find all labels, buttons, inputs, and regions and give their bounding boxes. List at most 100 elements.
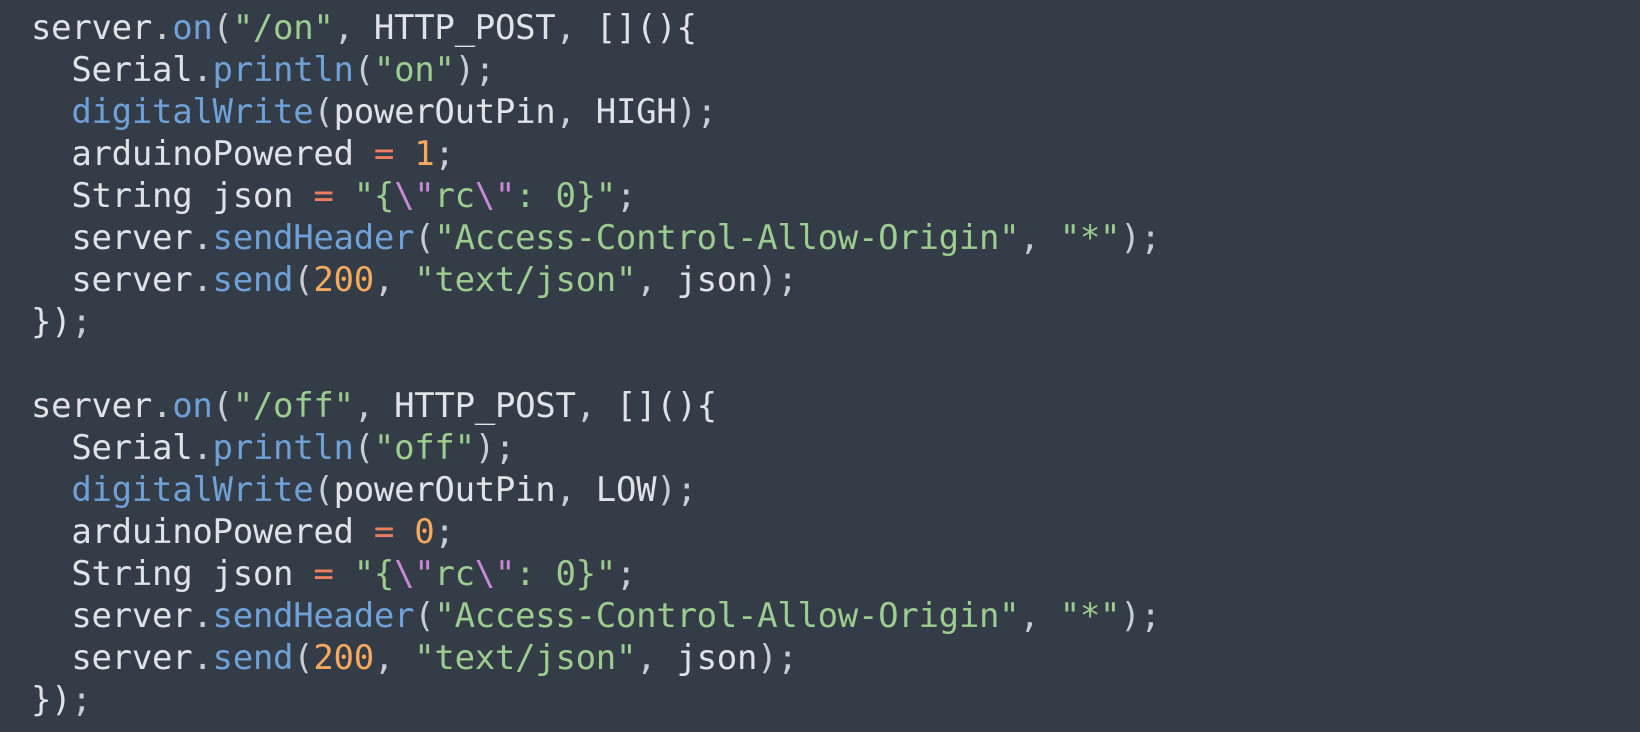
code-token: powerOutPin bbox=[333, 92, 556, 132]
code-token: on bbox=[172, 386, 213, 426]
code-token: server bbox=[31, 8, 153, 48]
code-token: ); bbox=[454, 50, 496, 90]
code-token: }) bbox=[31, 302, 72, 342]
code-line: }); bbox=[31, 301, 1640, 343]
code-token: , bbox=[575, 386, 616, 426]
code-token: ); bbox=[676, 92, 717, 132]
code-token: }) bbox=[31, 680, 72, 720]
code-line: server.on("/on", HTTP_POST, [](){ bbox=[31, 7, 1640, 49]
code-token: arduinoPowered bbox=[31, 134, 374, 174]
code-token: . bbox=[152, 386, 173, 426]
code-token: , bbox=[1019, 596, 1060, 636]
code-token: LOW bbox=[595, 470, 657, 510]
code-token: server bbox=[31, 638, 193, 678]
code-token: "text/json" bbox=[414, 260, 637, 300]
code-token: \" bbox=[474, 176, 516, 216]
code-token: 200 bbox=[313, 638, 374, 678]
code-token: . bbox=[192, 218, 213, 258]
code-token: ; bbox=[615, 554, 637, 594]
code-token: ( bbox=[313, 92, 334, 132]
code-token: "text/json" bbox=[414, 638, 637, 678]
code-token: String json bbox=[31, 554, 314, 594]
code-token: , bbox=[373, 260, 415, 300]
code-token: ); bbox=[1120, 596, 1161, 636]
code-token: HIGH bbox=[595, 92, 677, 132]
code-token: [](){ bbox=[615, 386, 717, 426]
code-token: on bbox=[172, 8, 213, 48]
code-token: = bbox=[373, 512, 395, 552]
code-token: server bbox=[31, 260, 193, 300]
code-token: println bbox=[212, 50, 355, 90]
code-token: "*" bbox=[1059, 218, 1121, 258]
code-token: HTTP_POST bbox=[394, 386, 576, 426]
code-token: String json bbox=[31, 176, 314, 216]
code-token: "on" bbox=[373, 50, 455, 90]
code-editor[interactable]: server.on("/on", HTTP_POST, [](){ Serial… bbox=[0, 0, 1640, 732]
code-token: \" bbox=[394, 554, 435, 594]
code-token: , bbox=[555, 92, 596, 132]
code-token: . bbox=[192, 260, 213, 300]
code-token: "Access-Control-Allow-Origin" bbox=[434, 596, 1020, 636]
code-token: "/off" bbox=[232, 386, 354, 426]
code-token: , bbox=[1019, 218, 1060, 258]
code-token: "off" bbox=[373, 428, 475, 468]
code-token: sendHeader bbox=[212, 218, 415, 258]
code-token: . bbox=[152, 8, 173, 48]
code-line: server.sendHeader("Access-Control-Allow-… bbox=[31, 595, 1640, 637]
code-token: . bbox=[192, 596, 213, 636]
code-token: \" bbox=[394, 176, 435, 216]
code-line: }); bbox=[31, 679, 1640, 721]
code-token: "Access-Control-Allow-Origin" bbox=[434, 218, 1020, 258]
code-token: . bbox=[192, 638, 213, 678]
code-line: server.on("/off", HTTP_POST, [](){ bbox=[31, 385, 1640, 427]
code-token: ( bbox=[353, 428, 374, 468]
code-line: server.send(200, "text/json", json); bbox=[31, 637, 1640, 679]
code-token: ( bbox=[293, 638, 314, 678]
code-line: arduinoPowered = 1; bbox=[31, 133, 1640, 175]
code-token: "*" bbox=[1059, 596, 1121, 636]
code-line: Serial.println("off"); bbox=[31, 427, 1640, 469]
code-token: , bbox=[555, 470, 596, 510]
code-line: digitalWrite(powerOutPin, HIGH); bbox=[31, 91, 1640, 133]
code-token: HTTP_POST bbox=[373, 8, 556, 48]
code-token: ( bbox=[212, 8, 233, 48]
code-line: server.sendHeader("Access-Control-Allow-… bbox=[31, 217, 1640, 259]
code-token: ); bbox=[656, 470, 697, 510]
code-token: println bbox=[212, 428, 355, 468]
code-token: Serial bbox=[31, 50, 193, 90]
code-token: ( bbox=[212, 386, 233, 426]
code-token: , bbox=[636, 638, 677, 678]
code-token: json bbox=[676, 638, 758, 678]
code-token: ; bbox=[71, 302, 92, 342]
code-token: = bbox=[313, 176, 334, 216]
code-token: = bbox=[313, 554, 334, 594]
code-token: 1 bbox=[414, 134, 435, 174]
code-token: , bbox=[333, 8, 374, 48]
code-token: ( bbox=[414, 596, 435, 636]
code-token: ; bbox=[434, 134, 455, 174]
code-token: = bbox=[373, 134, 395, 174]
code-line: digitalWrite(powerOutPin, LOW); bbox=[31, 469, 1640, 511]
code-token: digitalWrite bbox=[71, 92, 314, 132]
code-token: , bbox=[636, 260, 677, 300]
code-token: . bbox=[192, 50, 213, 90]
code-token: server bbox=[31, 218, 193, 258]
code-token: Serial bbox=[31, 428, 193, 468]
code-token: , bbox=[555, 8, 596, 48]
code-token: digitalWrite bbox=[71, 470, 314, 510]
code-token: "{ bbox=[353, 554, 395, 594]
code-token: ; bbox=[615, 176, 637, 216]
code-token: [](){ bbox=[595, 8, 697, 48]
code-token: 200 bbox=[313, 260, 374, 300]
code-line: String json = "{\"rc\": 0}"; bbox=[31, 175, 1640, 217]
code-token: "{ bbox=[353, 176, 395, 216]
code-token: json bbox=[676, 260, 758, 300]
code-token: , bbox=[353, 386, 395, 426]
code-token: send bbox=[212, 638, 294, 678]
